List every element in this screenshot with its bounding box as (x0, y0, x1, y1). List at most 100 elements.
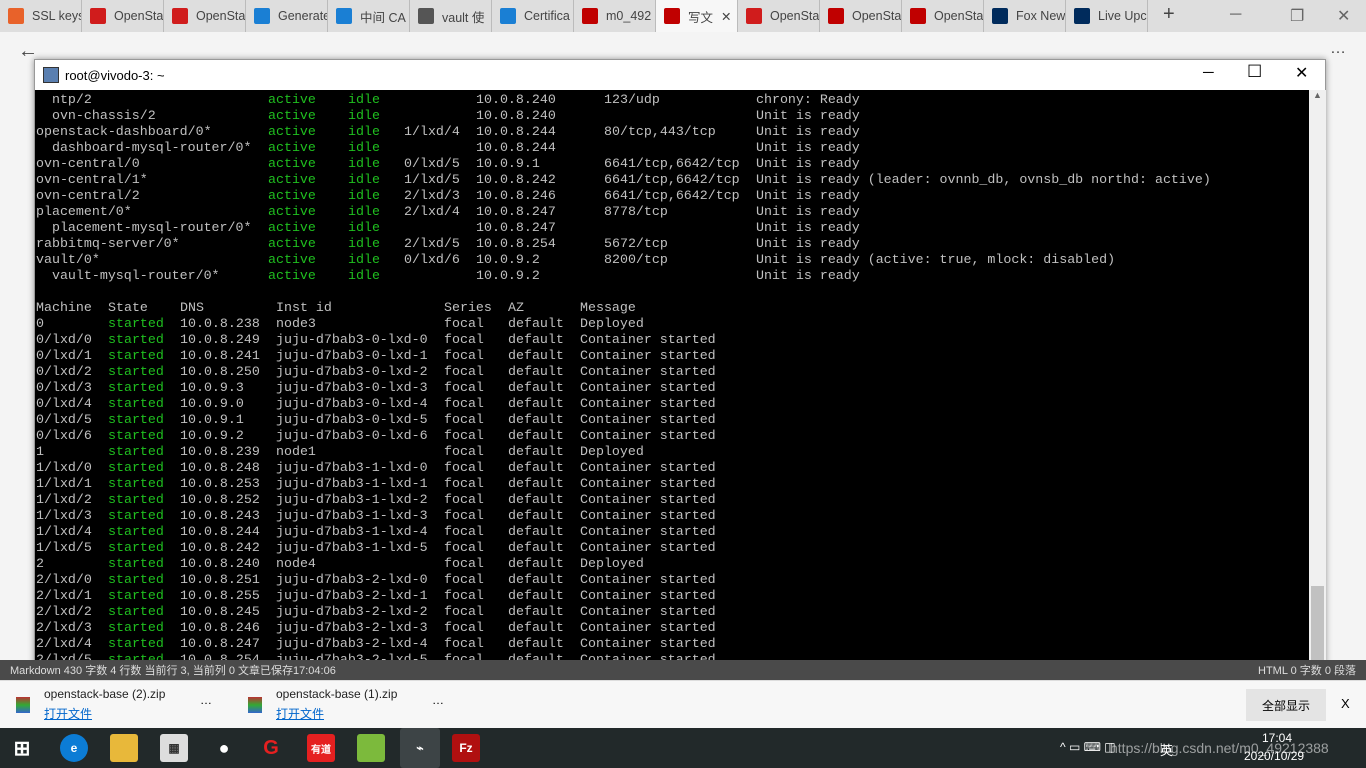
terminal-cell: Deployed (580, 316, 644, 331)
download-more-button[interactable]: … (432, 693, 444, 707)
terminal-cell: 0/lxd/4 (36, 396, 92, 411)
terminal-cell: 10.0.8.247 (476, 204, 556, 219)
terminal-screen[interactable]: ntp/2 active idle 10.0.8.240 123/udp chrony: … (35, 90, 1309, 699)
browser-tab[interactable]: Generate (246, 0, 328, 32)
machine-row: 1/lxd/4 started 10.0.8.244 juju-d7bab3-1-lx… (36, 524, 1306, 540)
browser-close-button[interactable]: ✕ (1337, 6, 1350, 26)
terminal-cell: focal (444, 316, 484, 331)
browser-tab[interactable]: vault 使 (410, 0, 492, 32)
browser-tab[interactable]: Live Upc (1066, 0, 1148, 32)
browser-tab[interactable]: OpenSta (82, 0, 164, 32)
machine-row: 1/lxd/2 started 10.0.8.252 juju-d7bab3-1-lx… (36, 492, 1306, 508)
terminal-cell: focal (444, 524, 484, 539)
youdao-icon[interactable]: 有道 (307, 734, 335, 762)
tab-label: 写文 (688, 10, 714, 25)
terminal-cell: juju-d7bab3-1-lxd-2 (276, 492, 428, 507)
terminal-cell: Message (580, 300, 636, 315)
new-tab-button[interactable]: + (1163, 3, 1175, 26)
terminal-cell: 10.0.8.248 (180, 460, 260, 475)
terminal-cell: Machine (36, 300, 92, 315)
unit-row: vault-mysql-router/0* active idle 10.0.9.2 U… (36, 268, 1306, 284)
notepad-icon[interactable] (357, 734, 385, 762)
open-file-link[interactable]: 打开文件 (276, 705, 397, 722)
tray-icons[interactable]: ^ ▭ ⌨ ◫ (1060, 740, 1116, 754)
terminal-cell: active (268, 92, 316, 107)
download-more-button[interactable]: … (200, 693, 212, 707)
terminal-cell: 10.0.9.0 (180, 396, 244, 411)
browser-tab[interactable]: OpenSta (820, 0, 902, 32)
terminal-cell: active (268, 268, 316, 283)
app-icon[interactable]: G (257, 734, 285, 762)
terminal-maximize-button[interactable]: ☐ (1247, 62, 1262, 82)
browser-tab[interactable]: 中间 CA (328, 0, 410, 32)
terminal-cell: 80/tcp,443/tcp (604, 124, 716, 139)
machine-row: 1/lxd/1 started 10.0.8.253 juju-d7bab3-1-lx… (36, 476, 1306, 492)
terminal-cell: focal (444, 332, 484, 347)
terminal-cell: idle (348, 252, 380, 267)
terminal-cell: default (508, 332, 564, 347)
putty-taskbar-icon[interactable]: ⌁ (400, 728, 440, 768)
tab-favicon-icon (500, 8, 516, 24)
terminal-cell: 10.0.8.250 (180, 364, 260, 379)
terminal-cell: Unit is ready (756, 124, 860, 139)
clock-time[interactable]: 17:04 (1262, 731, 1292, 745)
terminal-cell: active (268, 204, 316, 219)
store-icon[interactable]: ▦ (160, 734, 188, 762)
terminal-minimize-button[interactable]: ─ (1203, 64, 1214, 81)
terminal-cell: juju-d7bab3-1-lxd-3 (276, 508, 428, 523)
terminal-cell: 10.0.8.251 (180, 572, 260, 587)
qq-icon[interactable]: ● (210, 734, 238, 762)
tab-close-icon[interactable]: ✕ (721, 9, 731, 24)
terminal-cell: Container started (580, 396, 716, 411)
tab-label: 中间 CA (360, 10, 406, 25)
browser-restore-button[interactable]: ❐ (1290, 6, 1304, 26)
browser-tab[interactable]: m0_492 (574, 0, 656, 32)
terminal-cell: 0/lxd/6 (36, 428, 92, 443)
terminal-cell: focal (444, 556, 484, 571)
terminal-cell: started (108, 636, 164, 651)
browser-tab[interactable]: OpenSta (902, 0, 984, 32)
terminal-cell: default (508, 428, 564, 443)
terminal-scrollbar[interactable]: ▲ ▼ (1309, 90, 1326, 699)
open-file-link[interactable]: 打开文件 (44, 705, 165, 722)
terminal-cell: node1 (276, 444, 316, 459)
browser-minimize-button[interactable]: ─ (1230, 6, 1241, 24)
terminal-cell: focal (444, 396, 484, 411)
terminal-cell: started (108, 380, 164, 395)
filezilla-icon[interactable]: Fz (452, 734, 480, 762)
terminal-cell: focal (444, 364, 484, 379)
edge-icon[interactable]: e (60, 734, 88, 762)
download-name: openstack-base (2).zip (44, 687, 166, 701)
show-all-button[interactable]: 全部显示 (1246, 689, 1326, 721)
browser-tab[interactable]: Fox New (984, 0, 1066, 32)
browser-tab[interactable]: 写文 ✕ (656, 0, 738, 32)
terminal-cell: vault/0* (36, 252, 100, 267)
browser-tab[interactable]: OpenSta (164, 0, 246, 32)
start-button[interactable]: ⊞ (8, 734, 36, 762)
terminal-cell: 1/lxd/4 (36, 524, 92, 539)
tab-label: OpenSta (934, 9, 984, 23)
more-icon[interactable]: … (1330, 40, 1346, 58)
terminal-cell: juju-d7bab3-0-lxd-5 (276, 412, 428, 427)
downloads-bar: openstack-base (2).zip 打开文件 … openstack-b… (0, 680, 1366, 728)
download-item[interactable]: openstack-base (2).zip 打开文件 … (16, 687, 212, 723)
machine-row: 2/lxd/4 started 10.0.8.247 juju-d7bab3-2-lx… (36, 636, 1306, 652)
browser-tab[interactable]: OpenSta (738, 0, 820, 32)
browser-page: ← … root@vivodo-3: ~ ─ ☐ ✕ ntp/2 active id… (0, 32, 1366, 728)
download-item[interactable]: openstack-base (1).zip 打开文件 … (248, 687, 444, 723)
terminal-cell: started (108, 556, 164, 571)
terminal-close-button[interactable]: ✕ (1295, 63, 1308, 83)
terminal-cell: focal (444, 428, 484, 443)
terminal-cell: DNS (180, 300, 204, 315)
browser-tab[interactable]: Certifica (492, 0, 574, 32)
tab-label: Certifica (524, 9, 570, 23)
downloads-close-button[interactable]: X (1341, 696, 1350, 711)
terminal-cell: started (108, 412, 164, 427)
clock-date[interactable]: 2020/10/29 (1244, 749, 1304, 763)
terminal-cell: juju-d7bab3-0-lxd-2 (276, 364, 428, 379)
terminal-cell: default (508, 476, 564, 491)
browser-tab[interactable]: SSL keys (0, 0, 82, 32)
file-explorer-icon[interactable] (110, 734, 138, 762)
terminal-cell: default (508, 316, 564, 331)
terminal-cell: ntp/2 (36, 92, 92, 107)
